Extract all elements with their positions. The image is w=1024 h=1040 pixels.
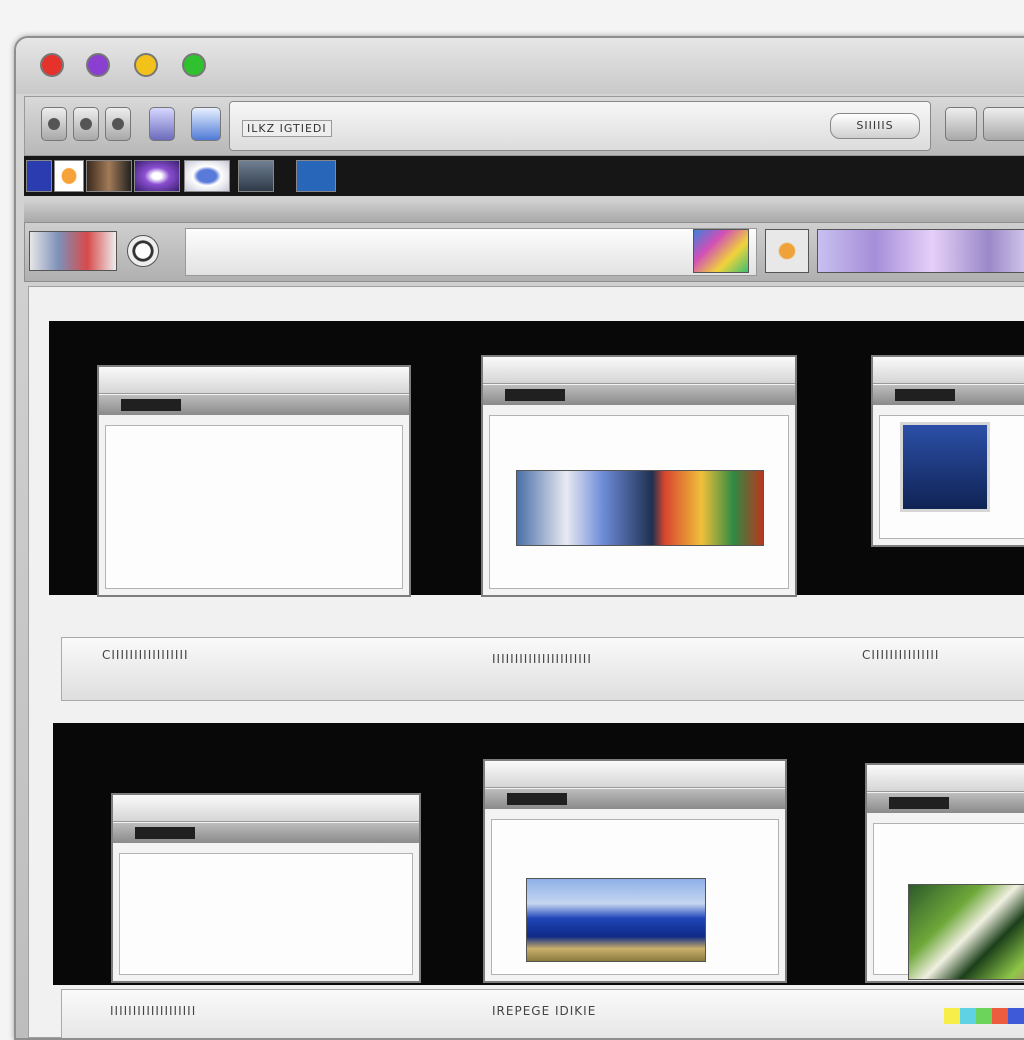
card-toolbar-block [121, 399, 181, 411]
card-toolbar-block [889, 797, 949, 809]
window-card[interactable] [865, 763, 1024, 983]
card-body [105, 425, 403, 589]
extension-button[interactable] [945, 107, 977, 141]
minimize-window-button[interactable] [86, 53, 110, 77]
preview-image[interactable] [29, 231, 117, 271]
gallery-row-1 [49, 321, 1024, 597]
reload-button[interactable] [105, 107, 131, 141]
home-button[interactable] [191, 107, 221, 141]
row-label: IREPEGE IDIKIE [492, 1004, 597, 1018]
title-bar[interactable] [16, 38, 1024, 94]
color-watermark [944, 1008, 1024, 1024]
card-toolbar-block [135, 827, 195, 839]
card-toolbar [483, 385, 795, 405]
card-body [491, 819, 779, 975]
card-toolbar [99, 395, 409, 415]
card-body [119, 853, 413, 975]
tab-thumbnail[interactable] [54, 160, 84, 192]
card-header [873, 357, 1024, 384]
card-toolbar-block [505, 389, 565, 401]
window-card[interactable] [483, 759, 787, 983]
card-toolbar [873, 385, 1024, 405]
forward-button[interactable] [73, 107, 99, 141]
secondary-toolbar [24, 222, 1024, 282]
tab-thumbnail[interactable] [134, 160, 180, 192]
settings-icon[interactable] [127, 235, 159, 267]
toolbar: ILKZ IGTIEDI SIIIIIS [24, 96, 1024, 156]
tab-thumbnail[interactable] [296, 160, 336, 192]
preview-image[interactable] [693, 229, 749, 273]
address-text: ILKZ IGTIEDI [242, 120, 332, 137]
tab-thumbnail[interactable] [26, 160, 52, 192]
preview-image[interactable] [817, 229, 1024, 273]
card-body [879, 415, 1024, 539]
preview-image[interactable] [765, 229, 809, 273]
reload-icon [112, 118, 124, 130]
secondary-field[interactable] [185, 228, 757, 276]
tab-thumbnail[interactable] [238, 160, 274, 192]
card-toolbar [485, 789, 785, 809]
card-header [867, 765, 1024, 792]
card-toolbar [867, 793, 1024, 813]
row-label: CIIIIIIIIIIIIIIIII [102, 648, 189, 662]
zoom-window-button[interactable] [134, 53, 158, 77]
row-label: CIIIIIIIIIIIIIII [862, 648, 940, 662]
card-toolbar [113, 823, 419, 843]
window-card[interactable] [97, 365, 411, 597]
watermark-swatch [944, 1008, 960, 1024]
landscape-image[interactable] [526, 878, 706, 962]
tab-thumbnail[interactable] [86, 160, 132, 192]
back-icon [48, 118, 60, 130]
separator-bar [24, 198, 1024, 223]
watermark-swatch [992, 1008, 1008, 1024]
row-label: IIIIIIIIIIIIIIIIIIIIII [492, 652, 592, 666]
card-body [489, 415, 789, 589]
address-go-button[interactable]: SIIIIIS [830, 113, 920, 139]
card-header [485, 761, 785, 788]
card-header [99, 367, 409, 394]
content-area: CIIIIIIIIIIIIIIIII IIIIIIIIIIIIIIIIIIIII… [28, 286, 1024, 1038]
monitor-image[interactable] [900, 422, 990, 512]
watermark-swatch [1008, 1008, 1024, 1024]
card-header [483, 357, 795, 384]
artwork-image[interactable] [516, 470, 764, 546]
window-card[interactable] [481, 355, 797, 597]
watermark-swatch [960, 1008, 976, 1024]
forward-icon [80, 118, 92, 130]
card-body [873, 823, 1024, 980]
gallery-row-2 [53, 723, 1024, 985]
back-button[interactable] [41, 107, 67, 141]
artwork-image[interactable] [908, 884, 1024, 980]
window-card[interactable] [871, 355, 1024, 547]
row-2-label-bar: IIIIIIIIIIIIIIIIIII IREPEGE IDIKIE [61, 989, 1024, 1038]
row-label: IIIIIIIIIIIIIIIIIII [110, 1004, 197, 1018]
menu-button[interactable] [983, 107, 1024, 141]
tab-strip [24, 156, 1024, 196]
address-bar[interactable]: ILKZ IGTIEDI SIIIIIS [229, 101, 931, 151]
browser-window: ILKZ IGTIEDI SIIIIIS CIIIIIIIIIIIIIIIII … [14, 36, 1024, 1040]
card-toolbar-block [507, 793, 567, 805]
row-1-label-bar: CIIIIIIIIIIIIIIIII IIIIIIIIIIIIIIIIIIIII… [61, 637, 1024, 701]
card-toolbar-block [895, 389, 955, 401]
tab-thumbnail[interactable] [184, 160, 230, 192]
card-header [113, 795, 419, 822]
close-window-button[interactable] [40, 53, 64, 77]
window-card[interactable] [111, 793, 421, 983]
watermark-swatch [976, 1008, 992, 1024]
bookmark-button[interactable] [149, 107, 175, 141]
fullscreen-window-button[interactable] [182, 53, 206, 77]
